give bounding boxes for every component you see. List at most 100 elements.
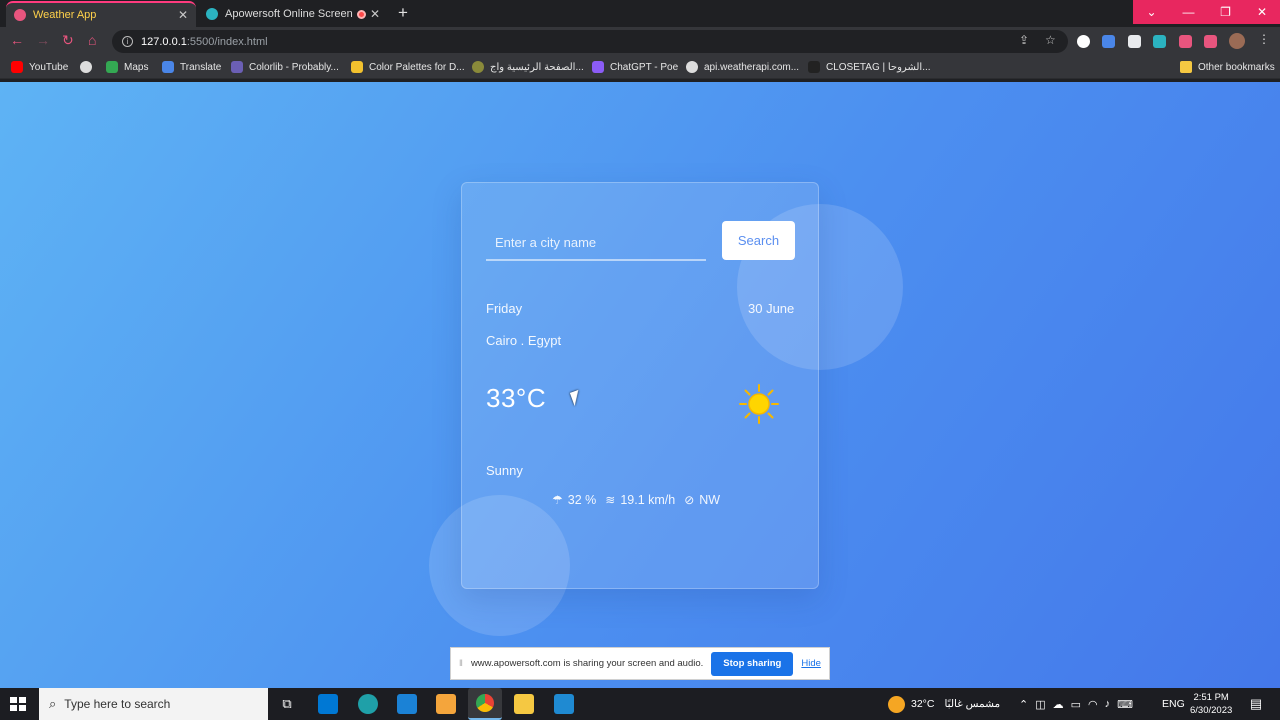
bookmark-maps[interactable]: Maps [106,61,148,73]
windows-taskbar: ⌕ Type here to search ⧉ 32°C مشمس غالبًا… [0,688,1280,720]
location-label: Cairo . Egypt [486,333,562,348]
drag-handle-icon[interactable]: ‖ [459,658,463,669]
vscode-icon[interactable] [554,694,574,714]
media-player-icon[interactable] [436,694,456,714]
network-icon[interactable]: ◫ [1035,698,1052,711]
bookmark-weatherapi[interactable]: api.weatherapi.com... [686,61,799,73]
new-tab-icon[interactable]: + [398,3,408,23]
weather-app-favicon-icon [14,9,26,21]
chrome-icon[interactable] [468,688,502,720]
mail-icon[interactable] [397,694,417,714]
taskbar-search-box[interactable]: ⌕ Type here to search [39,688,268,720]
tab-search-button[interactable]: ⌄ [1133,0,1170,24]
microsoft-store-icon[interactable] [318,694,338,714]
tab-title: Weather App [33,9,97,21]
tray-weather-temp: 32°C [911,698,935,710]
poe-icon [592,61,604,73]
apowersoft-extension-icon[interactable] [1153,35,1166,48]
tray-weather-text: مشمس غالبًا [944,698,1001,710]
reload-icon[interactable]: ↻ [62,32,74,49]
folder-icon [1180,61,1192,73]
bookmark-other[interactable]: Other bookmarks [1180,61,1275,73]
screen-sharing-bar: ‖ www.apowersoft.com is sharing your scr… [450,647,830,680]
home-icon[interactable]: ⌂ [88,32,96,48]
minimize-button[interactable]: — [1170,0,1207,24]
share-icon[interactable]: ⇪ [1019,33,1029,47]
tab-weather-app[interactable]: Weather App ✕ [6,1,196,27]
bookmark-chatgpt-poe[interactable]: ChatGPT - Poe [592,61,678,73]
humidity-value: 32 % [567,493,597,507]
side-panel-icon[interactable] [1204,35,1217,48]
site-info-icon[interactable]: i [122,36,133,47]
notifications-icon[interactable]: ▤ [1246,694,1266,714]
temperature-display: 33°C [486,383,546,414]
site-icon [472,61,484,73]
bookmark-arabic-home[interactable]: الصفحة الرئيسية واج... [472,61,584,73]
extension-icon[interactable] [1077,35,1090,48]
umbrella-icon: ☂ [552,493,563,507]
address-bar[interactable]: i 127.0.0.1:5500/index.html [112,30,1068,53]
url-path: :5500/index.html [186,35,268,48]
compass-icon: ⊘ [684,493,695,507]
date-label: 30 June [748,301,795,316]
translate-extension-icon[interactable] [1102,35,1115,48]
condition-label: Sunny [486,463,523,478]
clock-date: 6/30/2023 [1190,705,1233,716]
city-search-input[interactable] [486,225,706,261]
sun-icon [739,384,779,424]
close-window-button[interactable]: ✕ [1244,0,1280,24]
system-tray-icons[interactable]: ⌃ ◫ ☁ ▭ ◠ ♪ ⌨ [1019,688,1140,720]
docs-extension-icon[interactable] [1128,35,1141,48]
taskbar-search-placeholder: Type here to search [64,697,171,711]
colorlib-icon [231,61,243,73]
volume-icon[interactable]: ♪ [1105,698,1118,710]
day-label: Friday [486,301,523,316]
language-indicator[interactable]: ENG [1162,688,1185,720]
bookmark-star-icon[interactable]: ☆ [1045,33,1056,47]
bookmarks-bar: YouTube Maps Translate Colorlib - Probab… [0,56,1280,79]
menu-kebab-icon[interactable]: ⋮ [1258,32,1271,46]
bookmark-youtube[interactable]: YouTube [11,61,68,73]
globe-icon [80,61,92,73]
weather-stats: ☂ 32 % ≋ 19.1 km/h ⊘ NW [552,493,720,507]
puzzle-extensions-icon[interactable] [1179,35,1192,48]
file-explorer-icon[interactable] [514,694,534,714]
weather-page: Search Friday 30 June Cairo . Egypt 33°C… [0,82,1280,688]
profile-avatar[interactable] [1229,33,1245,49]
back-icon[interactable]: ← [10,32,24,48]
restore-button[interactable]: ❐ [1207,0,1244,24]
hide-link[interactable]: Hide [801,658,821,669]
close-tab-icon[interactable]: ✕ [370,7,380,21]
bookmark-closetag[interactable]: CLOSETAG | الشروحا... [808,61,931,73]
wifi-icon[interactable]: ◠ [1088,698,1105,711]
cloud-icon[interactable]: ☁ [1053,698,1071,711]
taskbar-clock[interactable]: 2:51 PM 6/30/2023 [1190,691,1232,717]
wind-icon: ≋ [605,493,616,507]
edge-icon[interactable] [358,694,378,714]
recording-indicator-icon [356,9,366,19]
search-button[interactable]: Search [722,221,795,260]
apowersoft-favicon-icon [206,8,218,20]
translate-icon [162,61,174,73]
clock-time: 2:51 PM [1193,692,1229,703]
tray-weather[interactable]: 32°C مشمس غالبًا [888,688,1000,720]
search-icon: ⌕ [49,696,57,711]
temperature-value: 33 [486,383,516,413]
battery-icon[interactable]: ▭ [1071,698,1088,711]
keyboard-icon[interactable]: ⌨ [1117,698,1140,711]
bookmark-colorlib[interactable]: Colorlib - Probably... [231,61,339,73]
bookmark-translate[interactable]: Translate [162,61,221,73]
palette-icon [351,61,363,73]
tray-overflow-icon[interactable]: ⌃ [1019,698,1035,711]
bookmark-globe[interactable] [80,61,98,73]
partly-sunny-icon [888,695,905,713]
task-view-icon[interactable]: ⧉ [277,694,297,714]
bookmark-color-palettes[interactable]: Color Palettes for D... [351,61,465,73]
windows-start-icon[interactable] [10,697,26,711]
globe-icon [686,61,698,73]
youtube-icon [11,61,23,73]
stop-sharing-button[interactable]: Stop sharing [711,651,794,676]
forward-icon[interactable]: → [36,32,50,48]
close-tab-icon[interactable]: ✕ [178,8,188,22]
tab-apowersoft[interactable]: Apowersoft Online Screen Re ✕ [198,1,388,27]
